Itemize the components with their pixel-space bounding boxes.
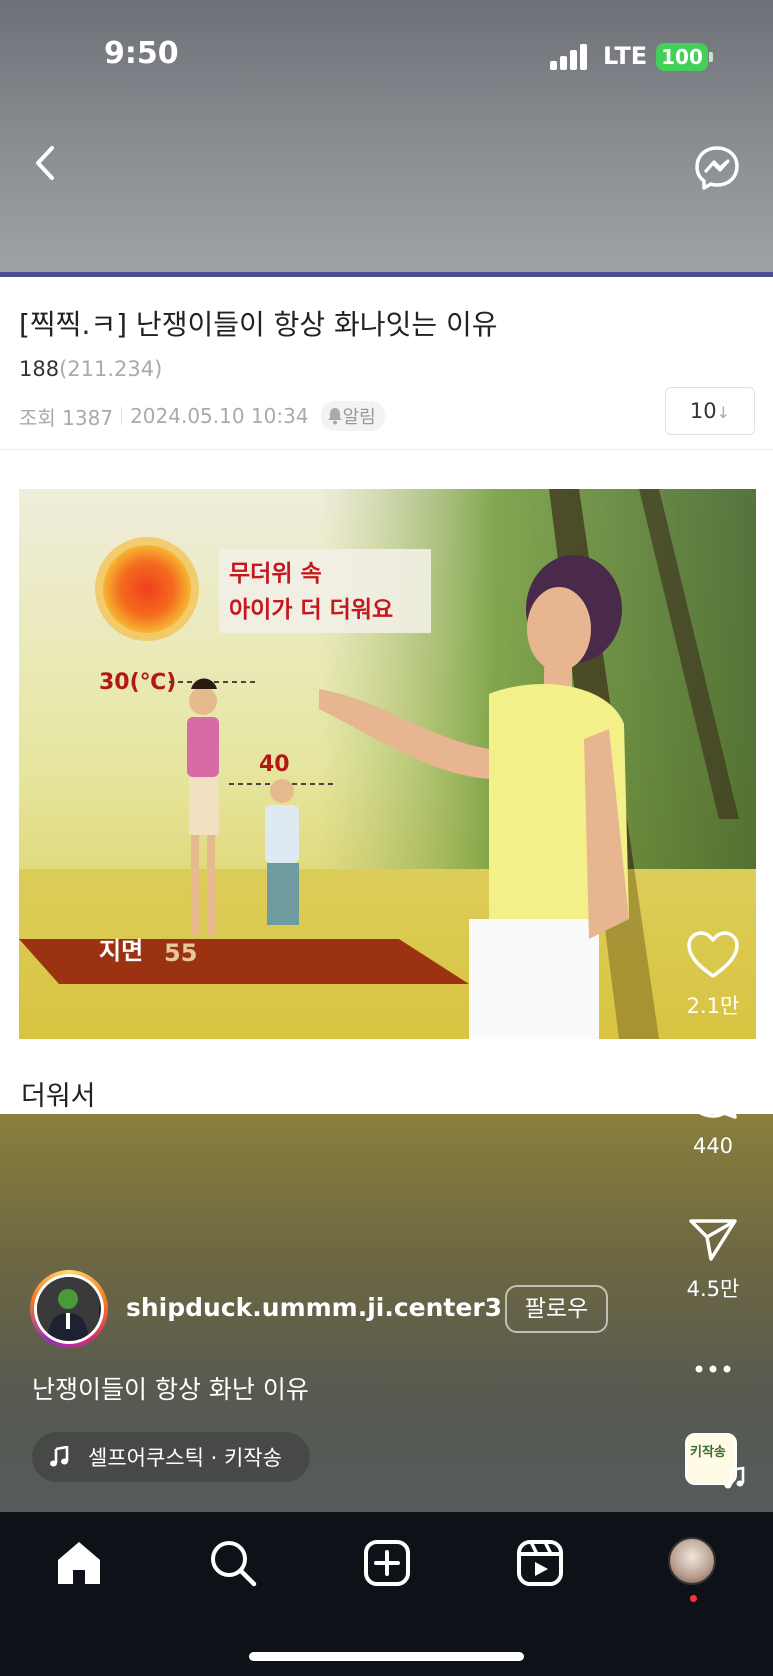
like-button[interactable]: 2.1만 — [668, 930, 758, 1020]
messenger-icon — [695, 146, 739, 190]
post-date: 2024.05.10 10:34 — [130, 404, 309, 428]
bottom-nav — [0, 1512, 773, 1676]
create-icon — [364, 1540, 410, 1586]
signal-icon — [550, 44, 590, 70]
author-name: 188 — [19, 357, 60, 381]
post-title: [찍찍.ㅋ] 난쟁이들이 항상 화나잇는 이유 — [19, 308, 498, 341]
comment-count-reel: 440 — [692, 1134, 734, 1158]
home-indicator — [249, 1652, 524, 1661]
ground-label: 지면 — [99, 937, 143, 965]
reel-caption[interactable]: 난쟁이들이 항상 화난 이유 — [32, 1370, 309, 1406]
nav-create[interactable] — [362, 1538, 412, 1588]
avatar-image — [37, 1277, 99, 1339]
ground-temp: 55 — [164, 939, 197, 967]
post-header: [찍찍.ㅋ] 난쟁이들이 항상 화나잇는 이유 188(211.234) 조회 … — [0, 277, 773, 449]
back-button[interactable] — [26, 138, 66, 188]
post-author[interactable]: 188(211.234) — [19, 357, 162, 381]
comment-count: 10 — [689, 399, 717, 423]
music-label: 셀프어쿠스틱 · 키작송 — [88, 1446, 282, 1470]
child-temp: 40 — [259, 752, 290, 777]
username[interactable]: shipduck.ummm.ji.center3 — [126, 1293, 502, 1322]
heart-icon — [687, 931, 739, 978]
post-image: 무더위 속 아이가 더 더워요 30(℃) 40 지면 55 — [19, 489, 756, 1039]
more-dots-icon — [695, 1365, 731, 1373]
adult-temp: 30(℃) — [99, 670, 176, 695]
like-count: 2.1만 — [686, 994, 740, 1018]
follow-button[interactable]: 팔로우 — [505, 1285, 608, 1333]
battery-tip — [709, 52, 713, 62]
nav-reels[interactable] — [515, 1538, 565, 1588]
audio-thumb-text: 키작송 — [690, 1445, 726, 1460]
home-icon — [58, 1542, 100, 1584]
status-time: 9:50 — [104, 36, 179, 71]
comment-count-button[interactable]: 10↓ — [665, 387, 755, 435]
comment-icon — [688, 1072, 738, 1119]
nav-profile-avatar[interactable] — [668, 1537, 716, 1585]
post-body: 무더위 속 아이가 더 더워요 30(℃) 40 지면 55 더워서 — [0, 449, 773, 1114]
bell-icon — [327, 408, 342, 425]
reels-icon — [517, 1540, 563, 1586]
weather-broadcast-image: 무더위 속 아이가 더 더워요 30(℃) 40 지면 55 — [19, 489, 756, 1039]
nav-home[interactable] — [54, 1538, 104, 1588]
paper-plane-icon — [689, 1219, 737, 1261]
top-bar: 9:50 LTE 100 — [0, 0, 773, 275]
alarm-label: 알림 — [342, 407, 376, 428]
network-label: LTE — [603, 42, 648, 70]
battery-icon: 100 — [656, 43, 708, 71]
comment-button[interactable]: 440 — [668, 1070, 758, 1158]
music-note-icon — [48, 1446, 70, 1468]
more-button[interactable] — [668, 1360, 758, 1379]
search-icon — [211, 1541, 257, 1587]
avatar[interactable] — [30, 1270, 108, 1348]
image-headline-1: 무더위 속 — [229, 561, 322, 587]
image-headline-2: 아이가 더 더워요 — [229, 597, 393, 623]
nav-search[interactable] — [208, 1538, 258, 1588]
messenger-button[interactable] — [692, 143, 742, 193]
meta-divider — [121, 407, 123, 425]
post-body-text: 더워서 — [21, 1081, 96, 1112]
notification-dot — [690, 1595, 697, 1602]
post-meta: 조회 1387 2024.05.10 10:34 알림 — [19, 401, 385, 431]
view-count: 조회 1387 — [19, 405, 114, 430]
audio-note-icon — [724, 1466, 745, 1489]
share-count: 4.5만 — [686, 1277, 740, 1301]
author-ip: (211.234) — [59, 357, 163, 381]
music-pill[interactable]: 셀프어쿠스틱 · 키작송 — [32, 1432, 310, 1482]
share-button[interactable]: 4.5만 — [668, 1215, 758, 1303]
alarm-button[interactable]: 알림 — [320, 401, 385, 431]
chevron-left-icon — [36, 146, 54, 180]
